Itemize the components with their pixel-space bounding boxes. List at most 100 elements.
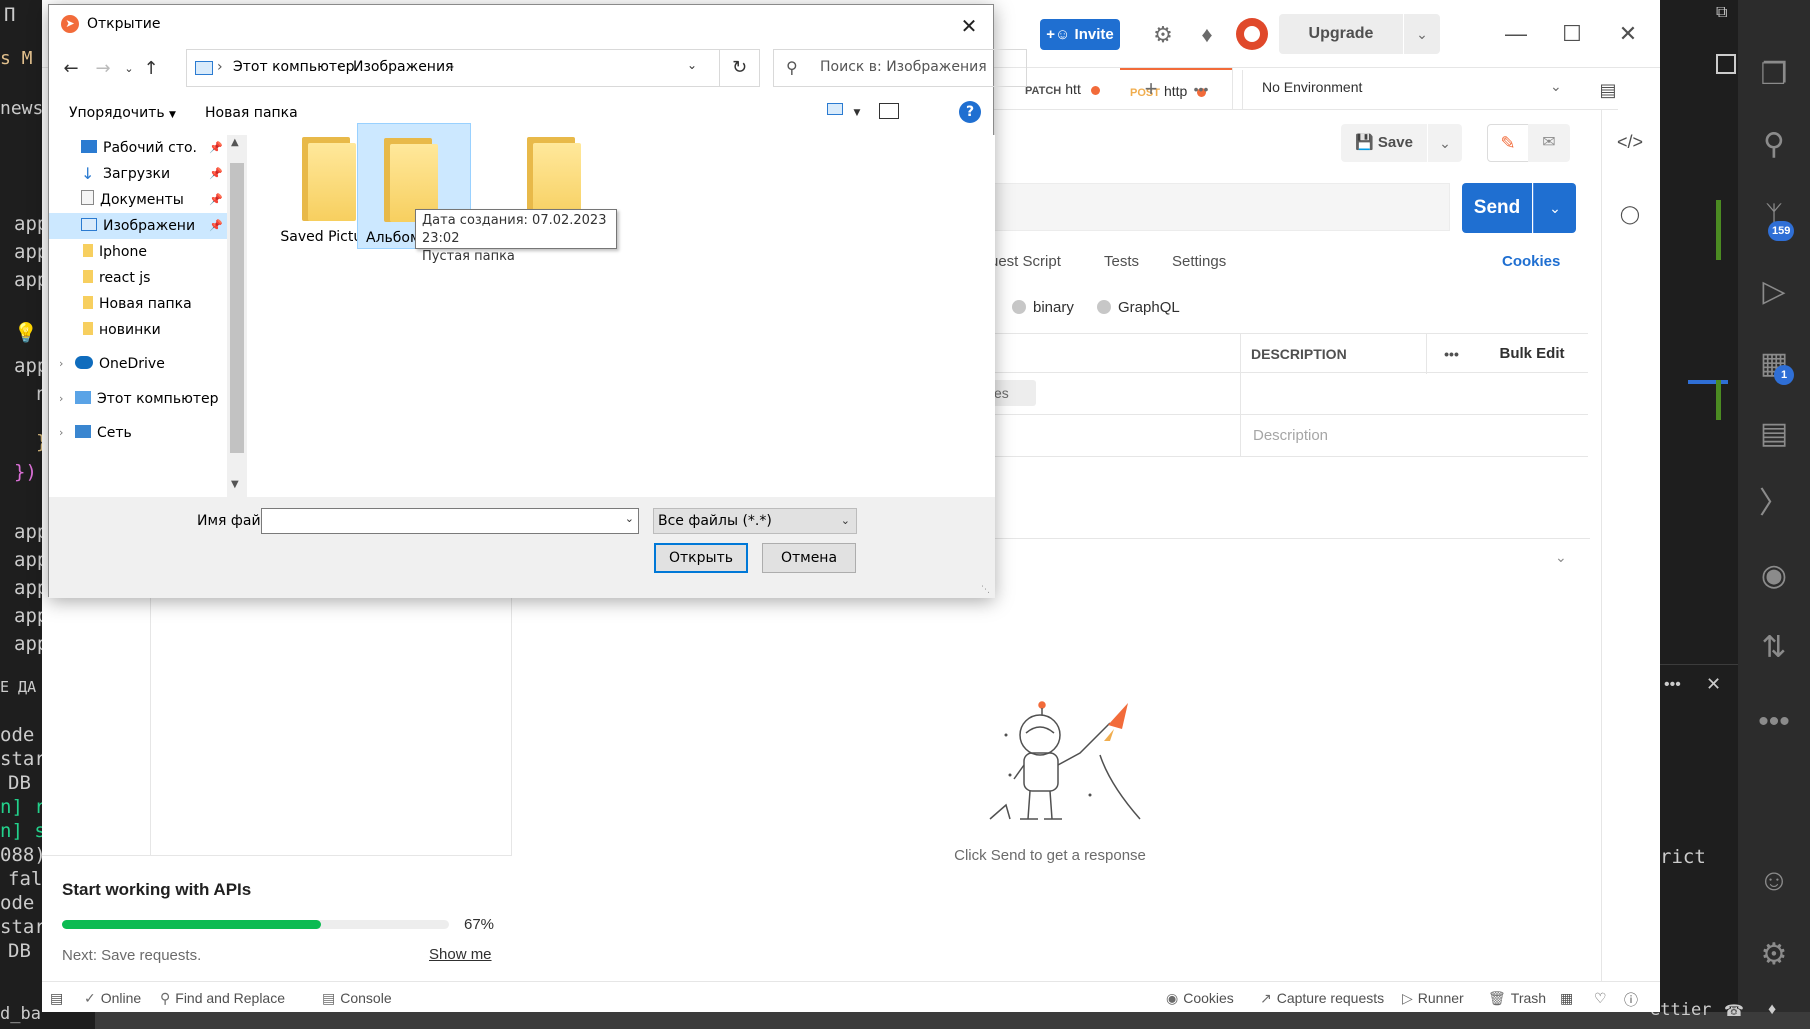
account-icon[interactable]: ☺: [1754, 861, 1794, 901]
comments-icon[interactable]: ✉: [1528, 124, 1570, 162]
tab-pre-request-script[interactable]: uest Script: [990, 253, 1061, 270]
pin-icon[interactable]: 📌: [209, 135, 223, 161]
description-input[interactable]: Description: [1240, 415, 1588, 457]
new-folder-button[interactable]: Новая папка: [205, 105, 298, 121]
tab-options-icon[interactable]: •••: [1182, 70, 1220, 108]
file-type-select[interactable]: Все файлы (*.*) ⌄: [653, 508, 857, 534]
chevron-down-icon[interactable]: ⌄: [1404, 14, 1440, 54]
nav-item-onedrive[interactable]: › OneDrive: [49, 351, 227, 377]
nav-item-folder[interactable]: react js: [49, 265, 227, 291]
body-type-binary[interactable]: binary: [1012, 299, 1074, 316]
scroll-up-icon[interactable]: ▲: [231, 137, 239, 148]
console-button[interactable]: ▤ Console: [322, 990, 392, 1007]
online-status[interactable]: ✓ Online: [84, 990, 141, 1007]
toggle-sidebar-icon[interactable]: ▤: [50, 990, 63, 1007]
chevron-down-icon[interactable]: ⌄: [625, 512, 634, 525]
cancel-button[interactable]: Отмена: [762, 543, 856, 573]
close-icon[interactable]: ✕: [949, 11, 989, 41]
address-bar[interactable]: › Этот компьютер › Изображения › ⌄: [186, 49, 720, 87]
pin-icon[interactable]: 📌: [209, 213, 223, 239]
trash-button[interactable]: 🗑 Trash: [1488, 990, 1546, 1007]
nav-item-this-pc[interactable]: › Этот компьютер: [49, 386, 227, 412]
send-button[interactable]: Send: [1462, 183, 1532, 233]
expand-chevron-icon[interactable]: ›: [59, 420, 63, 446]
refresh-icon[interactable]: ↻: [720, 49, 760, 87]
up-arrow-icon[interactable]: ↑: [137, 47, 165, 91]
resize-grip-icon[interactable]: ⋱: [981, 585, 990, 595]
settings-gear-icon[interactable]: ⚙: [1148, 20, 1178, 50]
nav-item-folder[interactable]: Iphone: [49, 239, 227, 265]
file-name-input[interactable]: ⌄: [261, 508, 639, 534]
breadcrumb-pictures[interactable]: Изображения: [353, 59, 453, 75]
remote-explorer-icon[interactable]: ▤: [1754, 414, 1794, 454]
minimize-icon[interactable]: —: [1496, 16, 1536, 52]
terminal-icon[interactable]: 〉: [1754, 484, 1794, 524]
search-input[interactable]: ⚲ Поиск в: Изображения: [773, 49, 1027, 87]
body-type-graphql[interactable]: GraphQL: [1097, 299, 1180, 316]
split-editor-icon[interactable]: [1716, 54, 1736, 74]
restore-icon[interactable]: ⧉: [1716, 4, 1727, 22]
explorer-icon[interactable]: ❐: [1754, 55, 1794, 95]
upgrade-button[interactable]: Upgrade: [1279, 14, 1403, 54]
feedback-icon[interactable]: ☎: [1724, 1001, 1744, 1021]
chevron-down-icon[interactable]: ⌄: [1555, 549, 1567, 566]
edit-pencil-icon[interactable]: ✎: [1487, 124, 1529, 162]
nav-item-pictures[interactable]: Изображени 📌: [49, 213, 227, 239]
nav-item-desktop[interactable]: Рабочий сто. 📌: [49, 135, 227, 161]
chevron-down-icon[interactable]: ⌄: [1533, 183, 1576, 233]
notifications-bell-icon[interactable]: ♦: [1192, 20, 1222, 50]
nav-item-downloads[interactable]: ↓ Загрузки 📌: [49, 161, 227, 187]
chevron-down-icon[interactable]: ⌄: [687, 58, 697, 72]
capture-requests-button[interactable]: ↗ Capture requests: [1260, 990, 1384, 1007]
show-me-link[interactable]: Show me: [429, 946, 492, 963]
more-actions-icon[interactable]: •••: [1664, 676, 1681, 694]
search-icon[interactable]: ⚲: [1754, 125, 1794, 165]
close-icon[interactable]: ✕: [1608, 16, 1648, 52]
close-panel-icon[interactable]: ✕: [1706, 674, 1721, 695]
cookies-link[interactable]: Cookies: [1502, 253, 1560, 270]
environment-select[interactable]: No Environment: [1262, 79, 1362, 95]
forward-arrow-icon[interactable]: →: [89, 47, 117, 91]
help-icon[interactable]: ?: [959, 101, 981, 123]
url-input[interactable]: [990, 183, 1450, 231]
organize-button[interactable]: Упорядочить ▼: [69, 105, 176, 121]
tab-tests[interactable]: Tests: [1104, 253, 1139, 270]
description-cell[interactable]: [1240, 373, 1588, 415]
scrollbar-thumb[interactable]: [230, 163, 244, 453]
save-button[interactable]: 💾 Save: [1341, 124, 1427, 162]
back-arrow-icon[interactable]: ←: [57, 47, 85, 91]
request-tab[interactable]: PATCH htt: [1025, 68, 1100, 110]
preview-pane-icon[interactable]: [879, 103, 899, 119]
lightbulb-icon[interactable]: ◯: [1612, 196, 1648, 232]
more-options-icon[interactable]: •••: [1426, 334, 1476, 374]
nav-item-folder[interactable]: новинки: [49, 317, 227, 343]
expand-chevron-icon[interactable]: ›: [59, 351, 63, 377]
pin-icon[interactable]: 📌: [209, 187, 223, 213]
invite-button[interactable]: +☺ Invite: [1040, 19, 1120, 50]
find-replace-button[interactable]: ⚲ Find and Replace: [160, 990, 285, 1007]
chevron-down-icon[interactable]: ⌄: [1550, 78, 1562, 95]
two-pane-icon[interactable]: ▦: [1560, 990, 1573, 1007]
tab-settings[interactable]: Settings: [1172, 253, 1226, 270]
manage-gear-icon[interactable]: ⚙: [1754, 935, 1794, 975]
pull-request-icon[interactable]: ⇅: [1754, 628, 1794, 668]
scroll-down-icon[interactable]: ▼: [231, 479, 239, 490]
run-debug-icon[interactable]: ▷: [1754, 272, 1794, 312]
help-icon[interactable]: ⓘ: [1624, 990, 1638, 1010]
expand-chevron-icon[interactable]: ›: [59, 386, 63, 412]
chevron-down-icon[interactable]: ⌄: [1428, 124, 1462, 162]
environment-quick-look-icon[interactable]: ▤: [1590, 72, 1626, 108]
avatar[interactable]: [1236, 18, 1268, 50]
bootcamp-icon[interactable]: ♡: [1594, 990, 1607, 1007]
github-icon[interactable]: ◉: [1754, 556, 1794, 596]
cookies-button[interactable]: ◉ Cookies: [1166, 990, 1234, 1007]
runner-button[interactable]: ▷ Runner: [1402, 990, 1464, 1007]
more-views-icon[interactable]: •••: [1754, 702, 1794, 742]
pin-icon[interactable]: 📌: [209, 161, 223, 187]
maximize-icon[interactable]: ☐: [1552, 16, 1592, 52]
nav-item-folder[interactable]: Новая папка: [49, 291, 227, 317]
bulk-edit-button[interactable]: Bulk Edit: [1476, 334, 1588, 374]
new-tab-plus-icon[interactable]: +: [1132, 70, 1170, 108]
open-button[interactable]: Открыть: [654, 543, 748, 573]
code-snippet-icon[interactable]: </>: [1612, 124, 1648, 160]
